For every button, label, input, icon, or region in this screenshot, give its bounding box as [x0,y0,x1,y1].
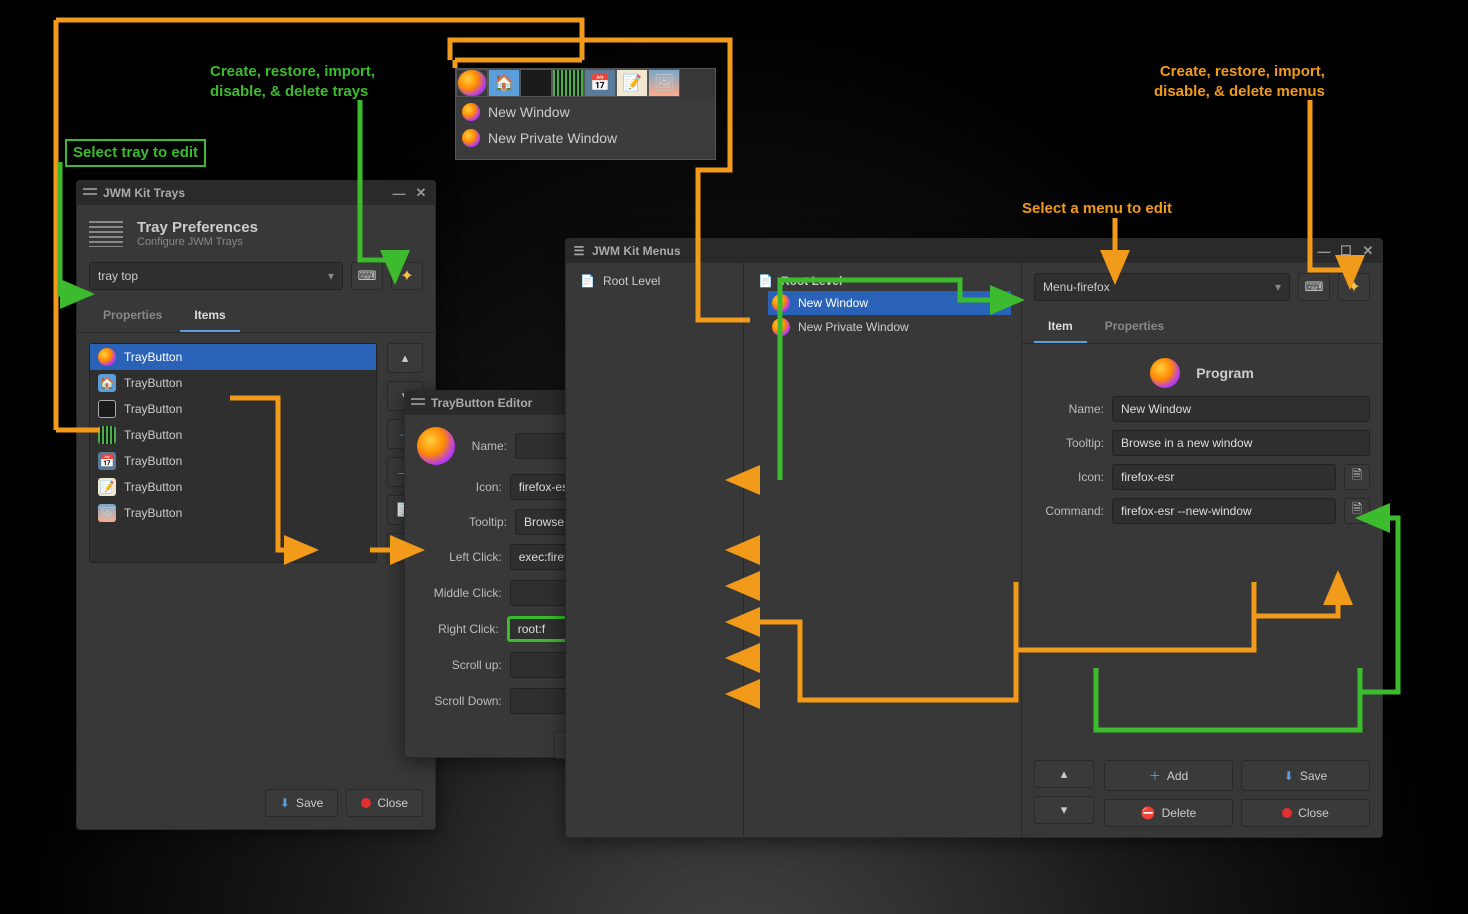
tooltip-label: Tooltip: [417,515,507,529]
menu-tooltip-label: Tooltip: [1034,436,1104,450]
annotation-create-menus: Create, restore, import, disable, & dele… [1154,62,1325,101]
tray-icon-home[interactable]: 🏠 [488,69,520,97]
tree-header: 📄Root Level [754,271,1011,291]
tray-sample: 🏠 📅 📝 🖼 New Window New Private Window [455,68,716,160]
tab-item[interactable]: Item [1034,311,1087,343]
close-window-button[interactable]: Close [346,789,423,817]
list-item[interactable]: TrayButton [90,396,376,422]
tab-properties[interactable]: Properties [89,300,176,332]
list-item[interactable]: TrayButton [90,422,376,448]
titlebar-menus[interactable]: ☰ JWM Kit Menus — ☐ ✕ [566,239,1382,263]
save-button[interactable]: ⬇Save [265,789,338,817]
tray-menu-new-private[interactable]: New Private Window [456,125,715,151]
editor-preview-icon [417,427,455,465]
menu-move-down-button[interactable]: ▾ [1034,796,1094,824]
list-icon [83,186,97,200]
titlebar-title: TrayButton Editor [431,396,532,410]
menu-icon-input[interactable] [1112,464,1336,490]
mclick-label: Middle Click: [417,586,502,600]
tab-properties[interactable]: Properties [1091,311,1178,343]
titlebar-trays[interactable]: JWM Kit Trays — ✕ [77,181,435,205]
menu-move-up-button[interactable]: ▴ [1034,760,1094,788]
list-item[interactable]: 🖼TrayButton [90,500,376,526]
keyboard-button[interactable]: ⌨ [351,262,383,290]
window-menus: ☰ JWM Kit Menus — ☐ ✕ 📄Root Level 📄Root … [565,238,1383,838]
list-icon: ☰ [572,244,586,258]
annotation-create-trays: Create, restore, import, disable, & dele… [210,62,375,101]
menu-command-browse-button[interactable]: 🗎 [1344,498,1370,524]
add-button[interactable]: ＋Add [1104,760,1233,791]
lclick-label: Left Click: [417,550,502,564]
header-title: Tray Preferences [137,219,258,236]
tray-icon-firefox[interactable] [456,69,488,97]
menu-name-label: Name: [1034,402,1104,416]
menu-tree-panel: 📄Root Level New Window New Private Windo… [744,263,1022,837]
menu-save-button[interactable]: ⬇Save [1241,760,1370,791]
new-tray-button[interactable]: ✦ [391,262,423,290]
minimize-button[interactable]: — [1316,243,1332,259]
titlebar-title: JWM Kit Trays [103,186,185,200]
header-sub: Configure JWM Trays [137,236,258,248]
menu-name-input[interactable] [1112,396,1370,422]
minimize-button[interactable]: — [391,185,407,201]
tray-icon-picture[interactable]: 🖼 [648,69,680,97]
list-item[interactable]: TrayButton [90,344,376,370]
tray-icon-monitor[interactable] [552,69,584,97]
tray-menu-new-window[interactable]: New Window [456,99,715,125]
close-button[interactable]: ✕ [413,185,429,201]
rclick-label: Right Click: [417,622,499,636]
close-button[interactable]: ✕ [1360,243,1376,259]
tray-prefs-icon [89,221,123,247]
window-trays: JWM Kit Trays — ✕ Tray Preferences Confi… [76,180,436,830]
items-list[interactable]: TrayButton 🏠TrayButton TrayButton TrayBu… [89,343,377,563]
tree-item-new-private[interactable]: New Private Window [768,315,1011,339]
root-tree-panel: 📄Root Level [566,263,744,837]
tab-items[interactable]: Items [180,300,239,332]
menu-close-button[interactable]: Close [1241,799,1370,827]
scrollup-label: Scroll up: [417,658,502,672]
menu-command-input[interactable] [1112,498,1336,524]
list-item[interactable]: 📝TrayButton [90,474,376,500]
tray-icon-calendar[interactable]: 📅 [584,69,616,97]
list-item[interactable]: 📅TrayButton [90,448,376,474]
new-menu-button[interactable]: ✦ [1338,273,1370,301]
annotation-select-menu: Select a menu to edit [1022,199,1172,219]
tree-item-new-window[interactable]: New Window [768,291,1011,315]
delete-button[interactable]: ⛔Delete [1104,799,1233,827]
move-up-button[interactable]: ▴ [387,343,423,373]
annotation-select-tray: Select tray to edit [65,139,206,167]
program-label: Program [1196,365,1254,381]
titlebar-title: JWM Kit Menus [592,244,681,258]
keyboard-button[interactable]: ⌨ [1298,273,1330,301]
menu-icon-browse-button[interactable]: 🗎 [1344,464,1370,490]
program-icon [1150,358,1180,388]
maximize-button[interactable]: ☐ [1338,243,1354,259]
list-icon [411,396,425,410]
tray-icon-notepad[interactable]: 📝 [616,69,648,97]
icon-label: Icon: [417,480,502,494]
menu-select-dropdown[interactable]: Menu-firefox [1034,273,1290,301]
menu-icon-label: Icon: [1034,470,1104,484]
tree-root-level[interactable]: 📄Root Level [576,271,733,291]
name-label: Name: [463,439,507,453]
menu-command-label: Command: [1034,504,1104,518]
scrolldown-label: Scroll Down: [417,694,502,708]
tray-select-dropdown[interactable]: tray top [89,262,343,290]
menu-details-panel: Menu-firefox ⌨ ✦ Item Properties Program… [1022,263,1382,837]
list-item[interactable]: 🏠TrayButton [90,370,376,396]
tray-icon-terminal[interactable] [520,69,552,97]
menu-tooltip-input[interactable] [1112,430,1370,456]
